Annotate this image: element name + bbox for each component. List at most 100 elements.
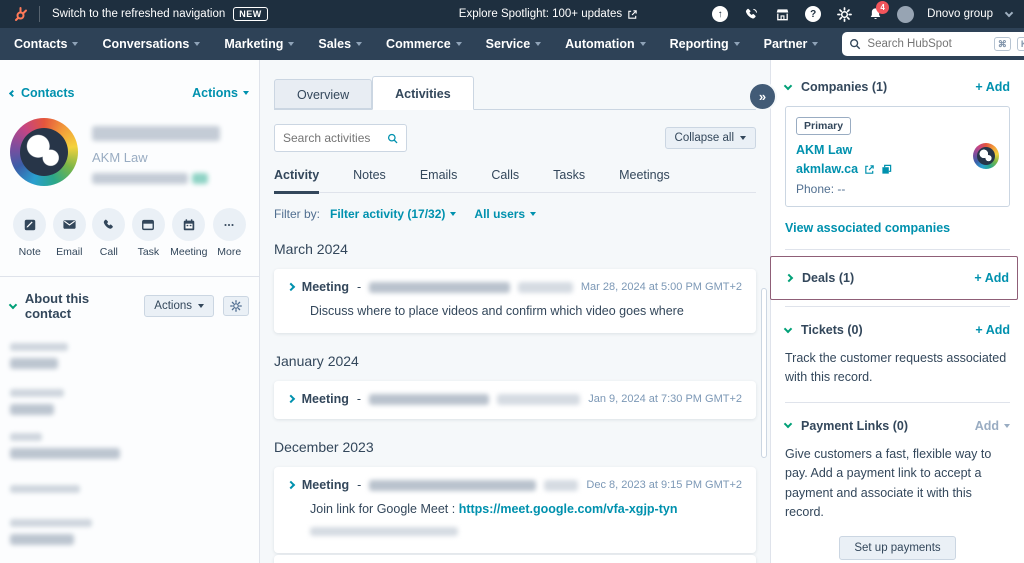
collapse-panel-button[interactable]: » <box>748 82 777 111</box>
global-search-input[interactable] <box>867 38 988 50</box>
divider <box>39 6 40 22</box>
company-domain-link[interactable]: akmlaw.ca <box>796 162 858 176</box>
nav-commerce[interactable]: Commerce <box>386 37 462 51</box>
meeting-attendee-redacted <box>497 394 580 405</box>
expand-deals-chevron[interactable] <box>785 274 793 282</box>
contact-sidebar: Contacts Actions AKM Law Note <box>0 60 260 563</box>
dash: - <box>357 478 361 492</box>
meeting-button[interactable]: Meeting <box>170 208 207 258</box>
tickets-section: Tickets (0) + Add Track the customer req… <box>785 306 1010 402</box>
subtab-emails[interactable]: Emails <box>420 168 458 192</box>
contact-actions-dropdown[interactable]: Actions <box>192 86 249 100</box>
gear-icon <box>230 300 242 312</box>
add-ticket-button[interactable]: + Add <box>975 323 1010 337</box>
account-menu[interactable]: Dnovo group <box>927 8 993 20</box>
search-activities-box[interactable] <box>274 124 407 152</box>
collapse-tickets-chevron[interactable] <box>784 324 792 332</box>
subtab-calls[interactable]: Calls <box>491 168 519 192</box>
marketplace-icon[interactable] <box>773 5 791 23</box>
about-settings-button[interactable] <box>223 296 249 316</box>
hubspot-logo[interactable] <box>12 6 29 23</box>
tickets-title: Tickets (0) <box>801 323 863 337</box>
company-phone: Phone: -- <box>796 182 973 196</box>
tickets-description: Track the customer requests associated w… <box>785 349 1010 388</box>
associations-panel: » Companies (1) + Add Primary AKM Law ak… <box>770 60 1024 563</box>
month-heading: January 2024 <box>274 353 756 369</box>
meeting-title-redacted <box>369 394 489 405</box>
payment-links-section: Payment Links (0) Add Give customers a f… <box>785 402 1010 563</box>
meeting-title-redacted <box>369 282 510 293</box>
all-users-dropdown[interactable]: All users <box>474 207 536 221</box>
collapse-all-button[interactable]: Collapse all <box>665 127 756 149</box>
collapse-about-chevron[interactable] <box>9 300 17 308</box>
explore-spotlight-link[interactable]: Explore Spotlight: 100+ updates <box>459 8 638 20</box>
contact-email-redacted <box>92 173 188 184</box>
nav-partner[interactable]: Partner <box>764 37 819 51</box>
chevron-down-icon <box>535 42 541 46</box>
expand-chevron-icon[interactable] <box>287 395 295 403</box>
call-button[interactable]: Call <box>91 208 127 258</box>
activity-card: Meeting - Dec 8, 2023 at 9:15 PM GMT+2 J… <box>274 467 756 553</box>
contact-name-redacted <box>92 126 220 141</box>
tab-overview[interactable]: Overview <box>274 79 372 109</box>
global-search[interactable]: ⌘ K <box>842 32 1024 56</box>
subtab-activity[interactable]: Activity <box>274 168 319 194</box>
contact-company-subtitle: AKM Law <box>92 150 220 165</box>
external-link-icon <box>627 9 638 20</box>
collapse-payments-chevron[interactable] <box>784 420 792 428</box>
user-avatar[interactable] <box>897 6 914 23</box>
email-button[interactable]: Email <box>52 208 88 258</box>
nav-conversations[interactable]: Conversations <box>102 37 200 51</box>
add-payment-dropdown[interactable]: Add <box>975 419 1010 433</box>
collapse-companies-chevron[interactable] <box>784 81 792 89</box>
search-icon <box>387 132 398 145</box>
subtab-tasks[interactable]: Tasks <box>553 168 585 192</box>
back-to-contacts-link[interactable]: Contacts <box>10 86 74 100</box>
nav-reporting[interactable]: Reporting <box>670 37 740 51</box>
task-icon <box>141 218 155 232</box>
calling-icon[interactable] <box>742 5 760 23</box>
copy-icon[interactable] <box>881 164 892 175</box>
view-associated-companies-link[interactable]: View associated companies <box>785 221 1010 235</box>
card-text-redacted <box>310 527 458 536</box>
about-actions-button[interactable]: Actions <box>144 295 214 317</box>
tab-activities[interactable]: Activities <box>372 76 474 110</box>
help-icon[interactable]: ? <box>804 5 822 23</box>
switch-navigation-link[interactable]: Switch to the refreshed navigation <box>52 8 225 20</box>
add-deal-button[interactable]: + Add <box>974 271 1009 285</box>
expand-chevron-icon[interactable] <box>287 283 295 291</box>
settings-gear-icon[interactable] <box>835 5 853 23</box>
meet-link-prefix: Join link for Google Meet : <box>310 502 455 516</box>
subtab-meetings[interactable]: Meetings <box>619 168 670 192</box>
notifications-bell-icon[interactable]: 4 <box>866 5 884 23</box>
search-activities-input[interactable] <box>283 131 383 145</box>
nav-sales[interactable]: Sales <box>318 37 362 51</box>
copy-email-icon[interactable] <box>192 173 208 184</box>
subtab-notes[interactable]: Notes <box>353 168 386 192</box>
deals-highlight-box[interactable]: Deals (1) + Add <box>770 256 1018 300</box>
note-button[interactable]: Note <box>12 208 48 258</box>
chevron-left-icon <box>9 89 16 96</box>
google-meet-link[interactable]: https://meet.google.com/vfa-xgjp-tyn <box>459 502 678 516</box>
external-link-icon[interactable] <box>864 164 875 175</box>
scrollbar-thumb[interactable] <box>761 288 767 458</box>
nav-automation[interactable]: Automation <box>565 37 645 51</box>
activity-card-partial <box>274 555 756 563</box>
nav-service[interactable]: Service <box>486 37 541 51</box>
filter-activity-dropdown[interactable]: Filter activity (17/32) <box>330 207 456 221</box>
nav-contacts[interactable]: Contacts <box>14 37 78 51</box>
new-badge: NEW <box>233 7 268 21</box>
add-company-button[interactable]: + Add <box>975 80 1010 94</box>
dash: - <box>357 280 361 294</box>
meeting-title-redacted <box>369 480 535 491</box>
more-button[interactable]: More <box>211 208 247 258</box>
chevron-down-icon <box>530 212 536 216</box>
activity-type-label: Meeting <box>302 392 349 406</box>
upgrade-icon[interactable]: ↑ <box>711 5 729 23</box>
nav-marketing[interactable]: Marketing <box>224 37 294 51</box>
task-button[interactable]: Task <box>131 208 167 258</box>
set-up-payments-button[interactable]: Set up payments <box>839 536 955 560</box>
expand-chevron-icon[interactable] <box>287 481 295 489</box>
double-chevron-right-icon: » <box>759 89 766 104</box>
company-name-link[interactable]: AKM Law <box>796 143 973 157</box>
